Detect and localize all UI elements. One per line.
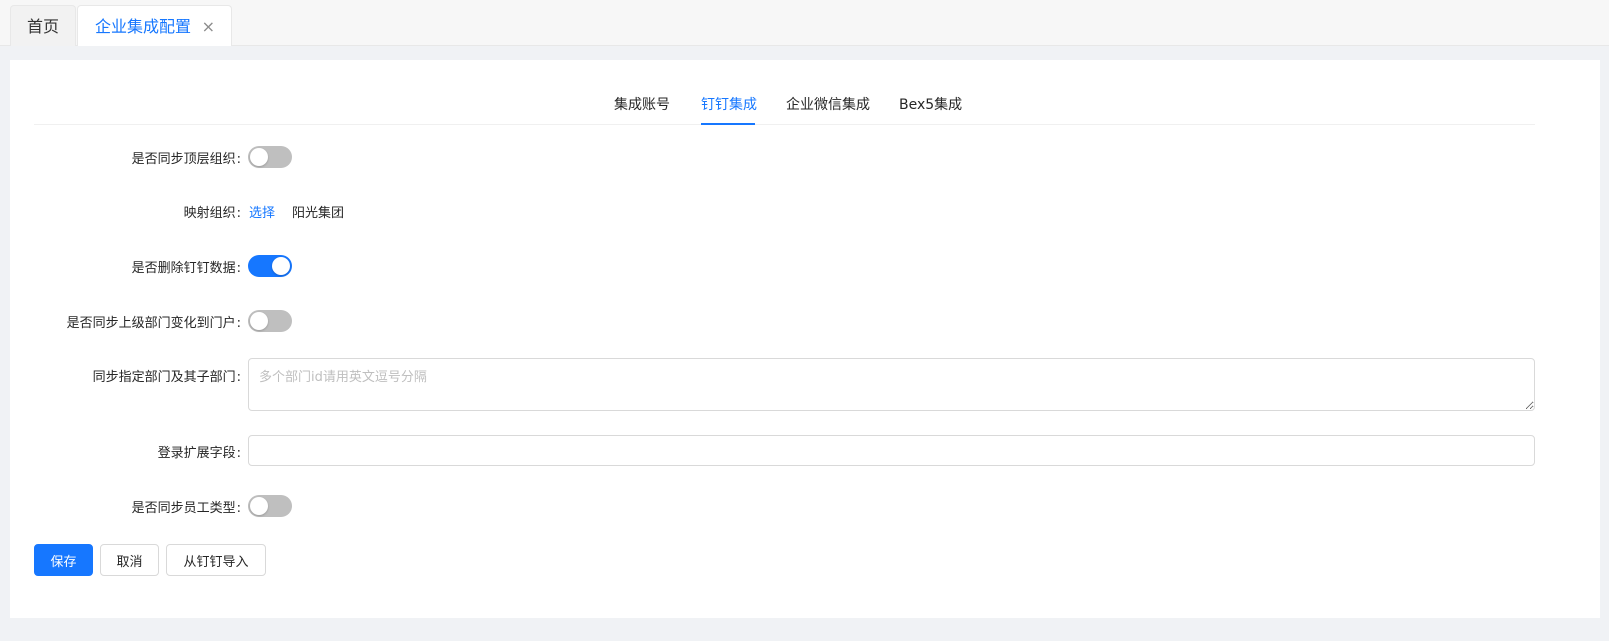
select-org-link[interactable]: 选择 (249, 202, 275, 221)
delete-dingtalk-data-switch[interactable] (248, 255, 292, 277)
delete-dingtalk-data-label: 是否删除钉钉数据 (132, 257, 241, 276)
tab-home-label: 首页 (26, 17, 59, 36)
tab-enterprise-integration-label: 企业集成配置 (95, 17, 192, 36)
subtab-wecom[interactable]: 企业微信集成 (786, 94, 870, 114)
sync-parent-dept-change-label: 是否同步上级部门变化到门户 (67, 312, 241, 331)
mapped-org-value: 阳光集团 (292, 206, 345, 221)
mapping-org-label: 映射组织 (184, 202, 241, 221)
sync-employee-type-switch[interactable] (248, 495, 292, 517)
dept-ids-textarea[interactable] (248, 358, 1535, 411)
sync-top-org-switch[interactable] (248, 146, 292, 168)
switch-knob (250, 148, 268, 166)
subtab-dingtalk[interactable]: 钉钉集成 (701, 94, 757, 114)
switch-knob (272, 257, 290, 275)
login-ext-field-label: 登录扩展字段 (158, 442, 241, 461)
switch-knob (250, 312, 268, 330)
cancel-button[interactable]: 取消 (100, 544, 159, 576)
sync-employee-type-label: 是否同步员工类型 (132, 497, 241, 516)
content-card: 集成账号 钉钉集成 企业微信集成 Bex5集成 是否同步顶层组织 映射组织 选择… (10, 60, 1600, 618)
tab-enterprise-integration[interactable]: 企业集成配置 × (77, 5, 232, 46)
subtab-bex5[interactable]: Bex5集成 (899, 94, 962, 114)
sync-specified-depts-label: 同步指定部门及其子部门 (93, 366, 241, 385)
subtab-integration-account[interactable]: 集成账号 (614, 94, 670, 114)
tab-home[interactable]: 首页 (10, 5, 76, 46)
integration-tabs: 集成账号 钉钉集成 企业微信集成 Bex5集成 (34, 80, 1535, 125)
close-icon[interactable]: × (202, 6, 215, 47)
sync-top-org-label: 是否同步顶层组织 (132, 148, 241, 167)
import-from-dingtalk-button[interactable]: 从钉钉导入 (166, 544, 266, 576)
sync-parent-dept-change-switch[interactable] (248, 310, 292, 332)
page-tab-bar: 首页 企业集成配置 × (0, 0, 1609, 46)
switch-knob (250, 497, 268, 515)
save-button[interactable]: 保存 (34, 544, 93, 576)
active-tab-indicator (701, 123, 755, 125)
login-ext-field-input[interactable] (248, 435, 1535, 466)
